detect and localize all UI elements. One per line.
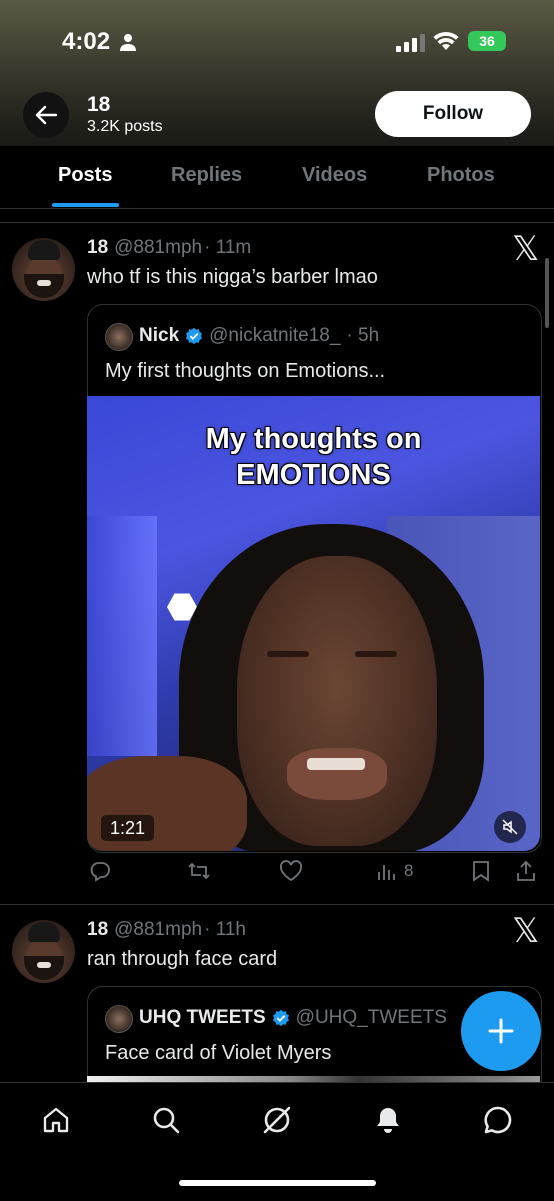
plus-icon: [488, 1018, 514, 1044]
post-text: who tf is this nigga’s barber lmao: [87, 266, 378, 288]
mute-button[interactable]: [494, 811, 526, 843]
nav-grok[interactable]: [260, 1103, 294, 1137]
share-button[interactable]: [515, 860, 537, 882]
quote-time: · 5h: [346, 325, 380, 346]
video-caption-line-2: EMOTIONS: [236, 459, 391, 491]
x-logo-icon[interactable]: 𝕏: [512, 911, 539, 951]
tab-photos[interactable]: Photos: [427, 164, 495, 187]
divider: [0, 904, 554, 905]
grok-icon: [263, 1106, 291, 1134]
post-actions: 8: [87, 860, 541, 890]
notifications-icon: [377, 1108, 399, 1133]
retweet-button[interactable]: [187, 860, 211, 882]
quote-avatar: [105, 1005, 133, 1033]
battery-indicator: 36: [468, 31, 506, 51]
signal-icon: [396, 34, 425, 52]
verified-badge-icon: [186, 327, 203, 345]
share-icon: [517, 860, 535, 881]
tab-replies[interactable]: Replies: [171, 164, 242, 187]
views-button[interactable]: 8: [376, 860, 413, 882]
post-meta: 18 @881mph · 11h: [87, 919, 246, 941]
nav-messages[interactable]: [481, 1103, 515, 1137]
home-icon: [43, 1107, 69, 1133]
views-icon: [378, 865, 395, 880]
post-author-name[interactable]: 18: [87, 919, 108, 941]
avatar[interactable]: [12, 238, 75, 301]
video-duration: 1:21: [101, 815, 155, 841]
post-time: · 11h: [204, 919, 246, 940]
tab-posts[interactable]: Posts: [58, 164, 112, 187]
post-text: ran through face card: [87, 948, 278, 970]
profile-tabs: Posts Replies Videos Photos: [0, 146, 554, 209]
wifi-icon: [433, 31, 459, 50]
quote-meta: UHQ TWEETS @UHQ_TWEETS: [139, 1007, 447, 1029]
status-time: 4:02: [62, 28, 111, 55]
post-meta: 18 @881mph · 11m: [87, 237, 251, 259]
arrow-left-icon: [35, 105, 57, 125]
quote-text: My first thoughts on Emotions...: [105, 360, 386, 382]
quote-author-name: Nick: [139, 325, 180, 346]
x-logo-icon[interactable]: 𝕏: [512, 229, 539, 269]
nav-notifications[interactable]: [371, 1103, 405, 1137]
views-count: 8: [404, 861, 414, 880]
post-author-handle[interactable]: @881mph: [114, 237, 202, 259]
search-icon: [153, 1107, 180, 1134]
quote-author-name: UHQ TWEETS: [139, 1007, 266, 1028]
quote-author-handle: @UHQ_TWEETS: [295, 1007, 447, 1028]
quote-text: Face card of Violet Myers: [105, 1042, 332, 1064]
profile-name: 18: [87, 93, 111, 116]
bookmark-icon: [473, 861, 489, 882]
active-tab-indicator: [52, 203, 119, 207]
scrollbar[interactable]: [545, 258, 549, 328]
post-author-name[interactable]: 18: [87, 237, 108, 259]
messages-icon: [484, 1106, 512, 1134]
follow-button[interactable]: Follow: [375, 91, 531, 137]
video-caption-line-1: My thoughts on: [205, 423, 422, 455]
back-button[interactable]: [23, 92, 69, 138]
quote-author-handle: @nickatnite18_: [209, 325, 341, 346]
verified-badge-icon: [272, 1009, 289, 1027]
retweet-icon: [188, 862, 210, 880]
video-caption: My thoughts on EMOTIONS: [87, 421, 540, 493]
like-button[interactable]: [279, 860, 303, 882]
compose-button[interactable]: [461, 991, 541, 1071]
avatar[interactable]: [12, 920, 75, 983]
post-time: · 11m: [204, 237, 252, 258]
quote-meta: Nick @nickatnite18_ · 5h: [139, 325, 379, 347]
home-indicator[interactable]: [179, 1180, 376, 1186]
quote-avatar: [105, 323, 133, 351]
reply-icon: [90, 862, 110, 882]
muted-speaker-icon: [502, 819, 518, 835]
tab-videos[interactable]: Videos: [302, 164, 367, 187]
heart-icon: [279, 860, 303, 882]
bookmark-button[interactable]: [471, 860, 491, 882]
posts-count: 3.2K posts: [87, 118, 163, 135]
nav-home[interactable]: [39, 1103, 73, 1137]
divider: [0, 222, 554, 223]
reply-button[interactable]: [89, 860, 111, 882]
post-author-handle[interactable]: @881mph: [114, 919, 202, 941]
profile-header: 4:02 36 18 3.2K posts Follow: [0, 0, 554, 146]
video-player[interactable]: My thoughts on EMOTIONS 1:21: [87, 396, 540, 851]
person-icon: [120, 34, 136, 51]
nav-search[interactable]: [149, 1103, 183, 1137]
